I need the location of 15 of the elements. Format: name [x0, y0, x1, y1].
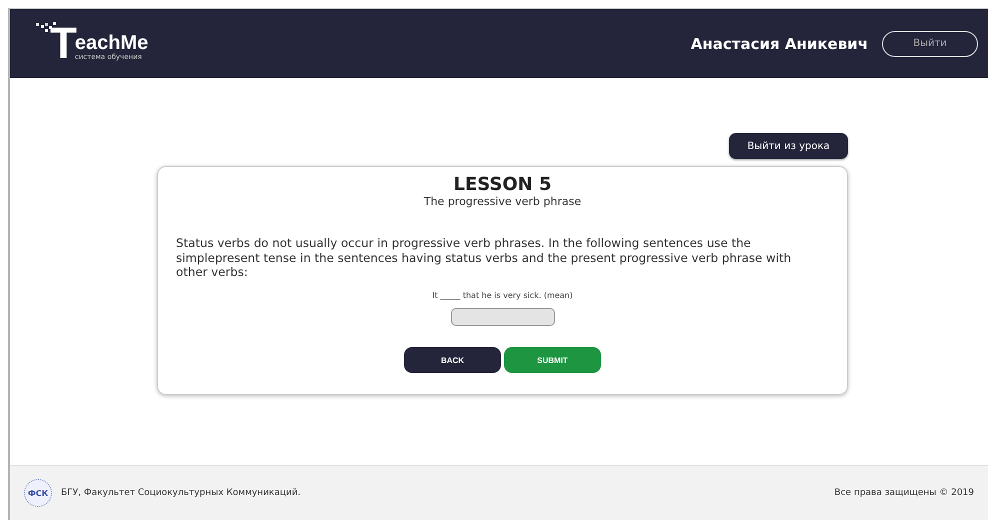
user-name: Анастасия Аникевич [690, 34, 868, 52]
logo-letter: T [50, 26, 77, 62]
logout-button[interactable]: Выйти [882, 30, 978, 56]
exercise-sentence: It _____ that he is very sick. (mean) [432, 291, 573, 300]
faculty-logo: ФСК [24, 479, 52, 507]
submit-button[interactable]: SUBMIT [504, 347, 601, 373]
back-button[interactable]: BACK [404, 347, 501, 373]
exit-lesson-button[interactable]: Выйти из урока [729, 133, 848, 159]
copyright-text: Все права защищены © 2019 [834, 488, 974, 498]
answer-field[interactable] [450, 308, 554, 326]
organization-text: БГУ, Факультет Социокультурных Коммуникаций. [61, 488, 301, 498]
lesson-title: LESSON 5 [453, 175, 552, 195]
lesson-subtitle: The progressive verb phrase [424, 194, 582, 208]
logo-name: eachMe [74, 33, 148, 54]
instructions-text: Status verbs do not usually occur in progressive verb phrases. In the following sentences use the simplepresent tense in the sentences having status verbs and the present progressive verb phrase with other verbs: [176, 236, 792, 280]
